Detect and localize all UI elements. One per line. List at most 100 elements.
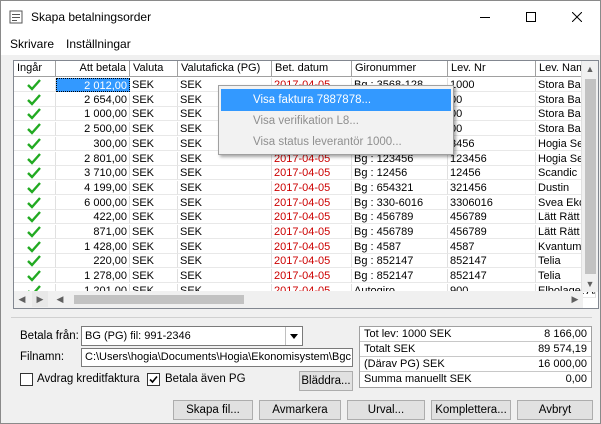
- amount-cell[interactable]: 2 500,00: [56, 122, 130, 137]
- chevron-down-icon[interactable]: [285, 327, 302, 345]
- giro-number-cell[interactable]: Bg : 456789: [352, 210, 448, 225]
- table-row[interactable]: 1 428,00 SEK SEK 2017-04-05 Bg : 4587 4587 Kva…: [14, 239, 598, 254]
- ctx-visa-faktura[interactable]: Visa faktura 7887878...: [221, 89, 451, 111]
- currency-pocket-cell[interactable]: SEK: [178, 210, 272, 225]
- urval-button[interactable]: Urval...: [347, 400, 425, 420]
- ctx-visa-status[interactable]: Visa status leverantör 1000...: [221, 131, 451, 153]
- supplier-number-cell[interactable]: 12456: [448, 166, 536, 181]
- amount-cell[interactable]: 1 428,00: [56, 239, 130, 254]
- include-cell[interactable]: [14, 180, 56, 195]
- currency-cell[interactable]: SEK: [130, 122, 178, 137]
- supplier-number-cell[interactable]: 3456: [448, 136, 536, 151]
- currency-pocket-cell[interactable]: SEK: [178, 239, 272, 254]
- avmarkera-button[interactable]: Avmarkera: [259, 400, 341, 420]
- pay-date-cell[interactable]: 2017-04-05: [272, 225, 352, 239]
- maximize-button[interactable]: [508, 1, 553, 33]
- horizontal-scrollbar[interactable]: ◀ ▶ ◀ ▶: [14, 291, 583, 308]
- currency-cell[interactable]: SEK: [130, 180, 178, 195]
- include-cell[interactable]: [14, 269, 56, 284]
- supplier-number-cell[interactable]: 4587: [448, 239, 536, 254]
- include-cell[interactable]: [14, 136, 56, 151]
- include-cell[interactable]: [14, 254, 56, 269]
- avdrag-kreditfaktura-checkbox[interactable]: [20, 373, 33, 386]
- table-row[interactable]: 6 000,00 SEK SEK 2017-04-05 Bg : 330-6016 330…: [14, 195, 598, 210]
- amount-cell[interactable]: 4 199,00: [56, 180, 130, 195]
- betala-aven-pg-checkbox[interactable]: [147, 373, 160, 386]
- currency-cell[interactable]: SEK: [130, 151, 178, 166]
- currency-cell[interactable]: SEK: [130, 92, 178, 107]
- column-header[interactable]: Bet. datum: [272, 61, 352, 77]
- currency-cell[interactable]: SEK: [130, 136, 178, 151]
- skapa-fil-button[interactable]: Skapa fil...: [173, 400, 253, 420]
- column-header[interactable]: Valutaficka (PG): [178, 61, 272, 77]
- pay-date-cell[interactable]: 2017-04-05: [272, 239, 352, 254]
- minimize-button[interactable]: [462, 1, 507, 33]
- table-row[interactable]: 422,00 SEK SEK 2017-04-05 Bg : 456789 456789 L…: [14, 210, 598, 225]
- include-cell[interactable]: [14, 92, 56, 107]
- supplier-number-cell[interactable]: 1000: [448, 78, 536, 92]
- column-header[interactable]: Gironummer: [352, 61, 448, 77]
- supplier-number-cell[interactable]: 852147: [448, 269, 536, 284]
- currency-pocket-cell[interactable]: SEK: [178, 254, 272, 269]
- supplier-number-cell[interactable]: 852147: [448, 254, 536, 269]
- scroll-right-small-icon[interactable]: ▶: [32, 291, 48, 307]
- column-header[interactable]: Ingår: [14, 61, 56, 77]
- amount-cell[interactable]: 2 801,00: [56, 151, 130, 166]
- pay-date-cell[interactable]: 2017-04-05: [272, 195, 352, 210]
- giro-number-cell[interactable]: Bg : 852147: [352, 269, 448, 284]
- currency-cell[interactable]: SEK: [130, 269, 178, 284]
- include-cell[interactable]: [14, 107, 56, 122]
- supplier-number-cell[interactable]: 3306016: [448, 195, 536, 210]
- ctx-visa-verifikation[interactable]: Visa verifikation L8...: [221, 110, 451, 132]
- menu-installningar[interactable]: Inställningar: [66, 37, 131, 51]
- amount-cell[interactable]: 3 710,00: [56, 166, 130, 181]
- supplier-number-cell[interactable]: 321456: [448, 180, 536, 195]
- giro-number-cell[interactable]: Bg : 852147: [352, 254, 448, 269]
- giro-number-cell[interactable]: Bg : 330-6016: [352, 195, 448, 210]
- include-cell[interactable]: [14, 151, 56, 166]
- pay-date-cell[interactable]: 2017-04-05: [272, 210, 352, 225]
- horizontal-scroll-thumb[interactable]: [74, 295, 244, 304]
- include-cell[interactable]: [14, 122, 56, 137]
- amount-cell[interactable]: 6 000,00: [56, 195, 130, 210]
- amount-cell[interactable]: 300,00: [56, 136, 130, 151]
- include-cell[interactable]: [14, 225, 56, 239]
- giro-number-cell[interactable]: Bg : 456789: [352, 225, 448, 239]
- amount-cell[interactable]: 422,00: [56, 210, 130, 225]
- amount-cell[interactable]: 220,00: [56, 254, 130, 269]
- vertical-scrollbar[interactable]: ▲ ▼: [581, 61, 598, 292]
- column-header[interactable]: Lev. Nr: [448, 61, 536, 77]
- bladdra-button[interactable]: Bläddra...: [299, 371, 353, 391]
- table-row[interactable]: 871,00 SEK SEK 2017-04-05 Bg : 456789 456789 L…: [14, 225, 598, 239]
- currency-cell[interactable]: SEK: [130, 254, 178, 269]
- supplier-number-cell[interactable]: 00: [448, 122, 536, 137]
- giro-number-cell[interactable]: Bg : 4587: [352, 239, 448, 254]
- supplier-number-cell[interactable]: 00: [448, 92, 536, 107]
- close-button[interactable]: [554, 1, 599, 33]
- scroll-left-icon[interactable]: ◀: [14, 291, 30, 307]
- currency-pocket-cell[interactable]: SEK: [178, 225, 272, 239]
- currency-pocket-cell[interactable]: SEK: [178, 195, 272, 210]
- pay-date-cell[interactable]: 2017-04-05: [272, 269, 352, 284]
- amount-cell[interactable]: 1 000,00: [56, 107, 130, 122]
- supplier-number-cell[interactable]: 00: [448, 107, 536, 122]
- scroll-left-pane-icon[interactable]: ◀: [52, 291, 68, 307]
- include-cell[interactable]: [14, 78, 56, 92]
- amount-cell[interactable]: 2 654,00: [56, 92, 130, 107]
- menu-skrivare[interactable]: Skrivare: [10, 37, 54, 51]
- table-row[interactable]: 1 278,00 SEK SEK 2017-04-05 Bg : 852147 85214…: [14, 269, 598, 284]
- currency-cell[interactable]: SEK: [130, 239, 178, 254]
- scroll-down-icon[interactable]: ▼: [582, 276, 598, 292]
- column-header[interactable]: Valuta: [130, 61, 178, 77]
- filnamn-input[interactable]: C:\Users\hogia\Documents\Hogia\Ekonomisy…: [81, 348, 353, 367]
- scroll-up-icon[interactable]: ▲: [582, 61, 598, 77]
- giro-number-cell[interactable]: Bg : 12456: [352, 166, 448, 181]
- currency-cell[interactable]: SEK: [130, 195, 178, 210]
- table-row[interactable]: 3 710,00 SEK SEK 2017-04-05 Bg : 12456 12456 S…: [14, 166, 598, 181]
- currency-pocket-cell[interactable]: SEK: [178, 166, 272, 181]
- include-cell[interactable]: [14, 210, 56, 225]
- pay-date-cell[interactable]: 2017-04-05: [272, 180, 352, 195]
- avbryt-button[interactable]: Avbryt: [517, 400, 593, 420]
- currency-cell[interactable]: SEK: [130, 166, 178, 181]
- supplier-number-cell[interactable]: 123456: [448, 151, 536, 166]
